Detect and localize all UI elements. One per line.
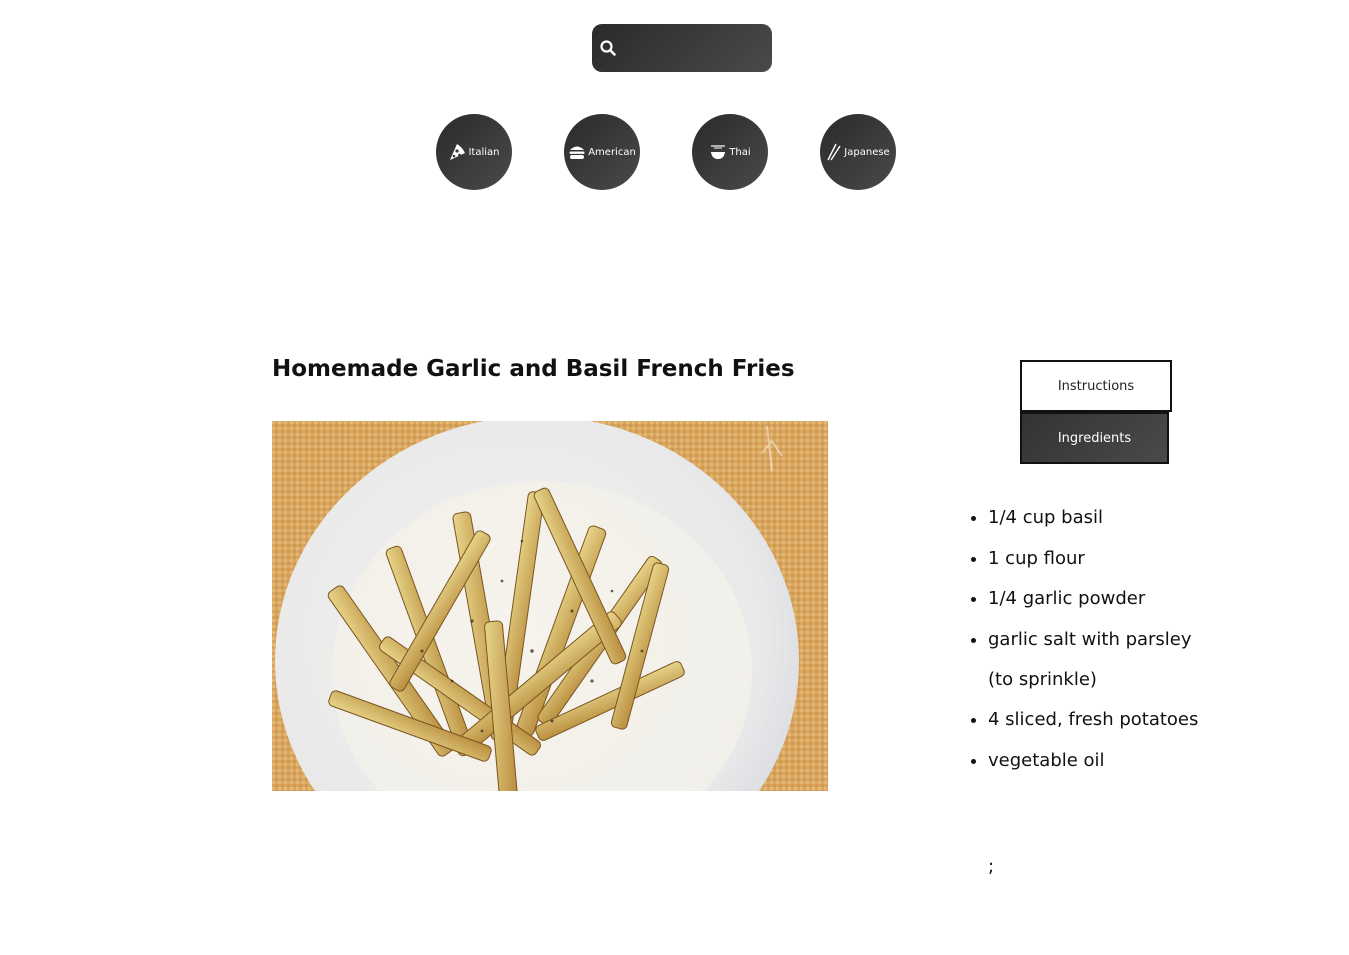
list-item: garlic salt with parsley (to sprinkle) xyxy=(988,620,1208,700)
cuisine-button-japanese[interactable]: Japanese xyxy=(820,114,896,190)
search-input[interactable] xyxy=(626,32,760,66)
cuisine-label: Thai xyxy=(729,146,751,158)
chopsticks-icon xyxy=(827,143,841,161)
pizza-icon xyxy=(450,144,466,160)
cuisine-label: Italian xyxy=(468,146,500,158)
cuisine-label: Japanese xyxy=(844,146,890,158)
search-bar[interactable] xyxy=(592,24,772,72)
noodle-bowl-icon xyxy=(711,145,726,159)
cuisine-button-italian[interactable]: Italian xyxy=(436,114,512,190)
cuisine-button-american[interactable]: American xyxy=(564,114,640,190)
burger-icon xyxy=(569,146,585,159)
cuisine-button-thai[interactable]: Thai xyxy=(692,114,768,190)
recipe-image xyxy=(272,421,828,791)
list-item: 1/4 garlic powder xyxy=(988,579,1208,619)
trailing-semicolon: ; xyxy=(988,856,995,877)
recipe-title: Homemade Garlic and Basil French Fries xyxy=(272,356,795,382)
list-item: 4 sliced, fresh potatoes xyxy=(988,700,1208,740)
list-item: 1/4 cup basil xyxy=(988,498,1208,538)
search-icon[interactable] xyxy=(600,40,616,56)
ingredient-list: 1/4 cup basil 1 cup flour 1/4 garlic pow… xyxy=(968,498,1208,781)
list-item: 1 cup flour xyxy=(988,539,1208,579)
tab-instructions[interactable]: Instructions xyxy=(1020,360,1172,412)
tab-ingredients[interactable]: Ingredients xyxy=(1020,412,1169,464)
cuisine-label: American xyxy=(588,146,636,158)
list-item: vegetable oil xyxy=(988,741,1208,781)
